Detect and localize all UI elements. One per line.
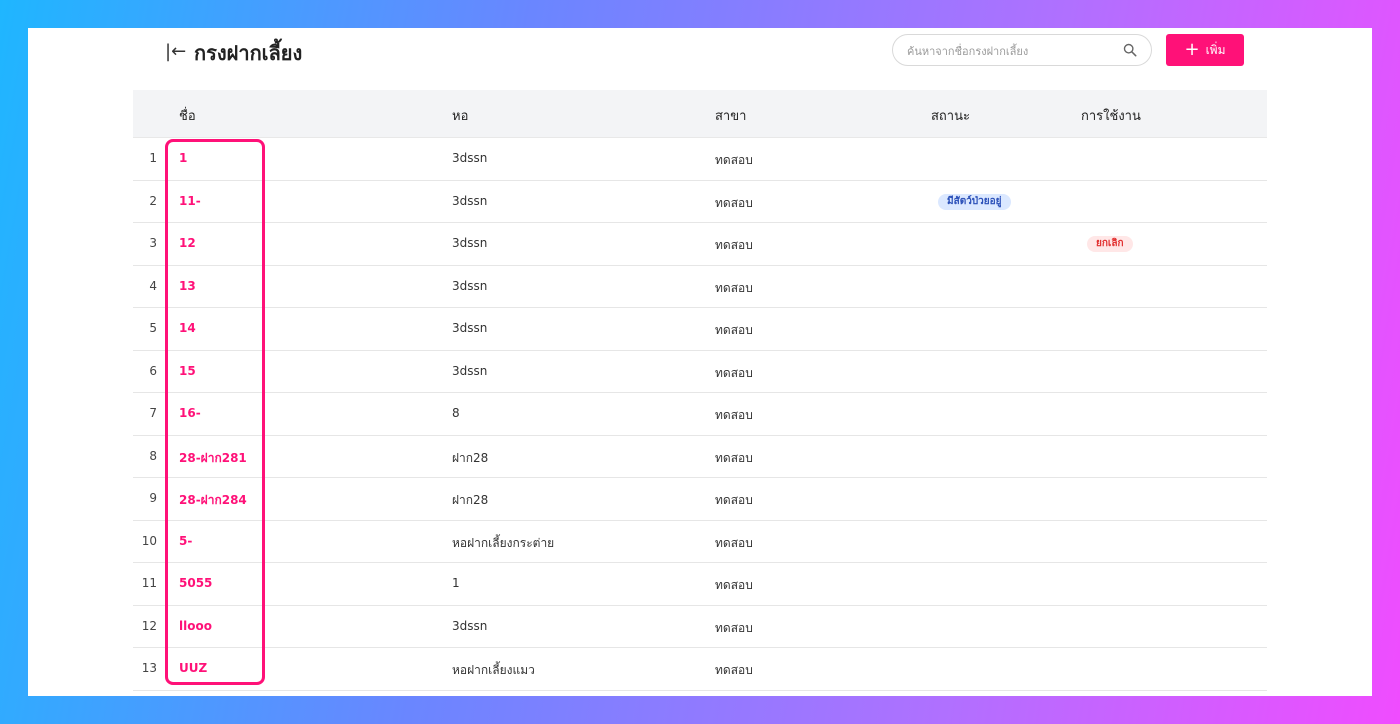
table-row[interactable]: 12 llooo 3dssn ทดสอบ — [133, 606, 1267, 648]
row-index: 4 — [149, 278, 157, 293]
table-row[interactable]: 13 UUZ หอฝากเลี้ยงแมว ทดสอบ — [133, 648, 1267, 691]
dorm-cell: 8 — [452, 406, 460, 420]
branch-cell: ทดสอบ — [715, 323, 753, 337]
column-header-dorm[interactable]: หอ — [452, 105, 468, 126]
column-header-status[interactable]: สถานะ — [931, 105, 970, 126]
cage-name-link[interactable]: 11- — [179, 194, 201, 208]
branch-cell: ทดสอบ — [715, 620, 753, 635]
branch-cell: ทดสอบ — [715, 153, 753, 167]
page-title: กรงฝากเลี้ยง — [194, 41, 303, 65]
table-row[interactable]: 10 5- หอฝากเลี้ยงกระต่าย ทดสอบ — [133, 521, 1267, 563]
table-row[interactable]: 8 28-ฝาก281 ฝาก28 ทดสอบ — [133, 436, 1267, 478]
dorm-cell: 3dssn — [452, 618, 488, 633]
row-index: 5 — [149, 321, 157, 335]
row-index: 9 — [149, 491, 157, 505]
branch-cell: ทดสอบ — [715, 450, 753, 465]
dorm-cell: 3dssn — [452, 278, 488, 293]
cage-name-link[interactable]: 28-ฝาก284 — [179, 491, 247, 510]
row-index: 13 — [141, 661, 157, 675]
table-row[interactable]: 11 5055 1 ทดสอบ — [133, 563, 1267, 606]
cage-name-link[interactable]: 14 — [179, 321, 196, 335]
row-index: 3 — [149, 236, 157, 250]
branch-cell: ทดสอบ — [715, 195, 753, 210]
page-header: |← กรงฝากเลี้ยง + เพิ่ม — [28, 28, 1372, 88]
search-input[interactable] — [905, 35, 1109, 67]
cage-name-link[interactable]: 5055 — [179, 576, 212, 590]
table-row[interactable]: 7 16- 8 ทดสอบ — [133, 393, 1267, 436]
main-panel: |← กรงฝากเลี้ยง + เพิ่ม ชื่อ หอ สาขา สถา… — [28, 28, 1372, 696]
dorm-cell: 3dssn — [452, 151, 488, 165]
table-header: ชื่อ หอ สาขา สถานะ การใช้งาน — [133, 90, 1267, 138]
column-header-name[interactable]: ชื่อ — [179, 105, 196, 126]
row-index: 7 — [149, 406, 157, 420]
dorm-cell: 3dssn — [452, 193, 488, 208]
cage-name-link[interactable]: llooo — [179, 619, 212, 633]
status-badge: มีสัตว์ป่วยอยู่ — [938, 193, 1011, 210]
cage-name-link[interactable]: 13 — [179, 279, 196, 293]
row-index: 10 — [141, 533, 157, 548]
dorm-cell: ฝาก28 — [452, 493, 489, 507]
table-row[interactable]: 1 1 3dssn ทดสอบ — [133, 138, 1267, 181]
branch-cell: ทดสอบ — [715, 238, 753, 252]
table-row[interactable]: 3 12 3dssn ทดสอบ ยกเลิก — [133, 223, 1267, 266]
branch-cell: ทดสอบ — [715, 578, 753, 592]
collapse-left-icon[interactable]: |← — [165, 41, 186, 62]
row-index: 8 — [149, 448, 157, 463]
column-header-branch[interactable]: สาขา — [715, 105, 746, 126]
row-index: 2 — [149, 193, 157, 208]
add-button[interactable]: + เพิ่ม — [1166, 34, 1244, 66]
branch-cell: ทดสอบ — [715, 663, 753, 677]
cage-name-link[interactable]: 28-ฝาก281 — [179, 449, 247, 468]
table-row[interactable]: 9 28-ฝาก284 ฝาก28 ทดสอบ — [133, 478, 1267, 521]
search-box — [892, 34, 1152, 67]
column-header-usage[interactable]: การใช้งาน — [1081, 105, 1141, 126]
branch-cell: ทดสอบ — [715, 408, 753, 422]
dorm-cell: 1 — [452, 576, 460, 590]
dorm-cell: ฝาก28 — [452, 450, 489, 465]
table-row[interactable]: 2 11- 3dssn ทดสอบ มีสัตว์ป่วยอยู่ — [133, 181, 1267, 223]
cage-name-link[interactable]: 1 — [179, 151, 187, 165]
cage-name-link[interactable]: 16- — [179, 406, 201, 420]
table-row[interactable]: 4 13 3dssn ทดสอบ — [133, 266, 1267, 308]
dorm-cell: หอฝากเลี้ยงกระต่าย — [452, 535, 555, 550]
dorm-cell: 3dssn — [452, 321, 488, 335]
row-index: 12 — [141, 618, 157, 633]
search-icon[interactable] — [1123, 43, 1137, 57]
cage-name-link[interactable]: 12 — [179, 236, 196, 250]
plus-icon: + — [1184, 39, 1200, 60]
branch-cell: ทดสอบ — [715, 535, 753, 550]
cage-table: ชื่อ หอ สาขา สถานะ การใช้งาน 1 1 3dssn ทดสอ… — [133, 90, 1267, 691]
add-button-label: เพิ่ม — [1205, 42, 1226, 57]
table-row[interactable]: 6 15 3dssn ทดสอบ — [133, 351, 1267, 393]
cage-name-link[interactable]: UUZ — [179, 661, 207, 675]
dorm-cell: หอฝากเลี้ยงแมว — [452, 663, 535, 677]
dorm-cell: 3dssn — [452, 236, 488, 250]
row-index: 1 — [149, 151, 157, 165]
dorm-cell: 3dssn — [452, 363, 488, 378]
cage-name-link[interactable]: 5- — [179, 534, 192, 548]
branch-cell: ทดสอบ — [715, 280, 753, 295]
usage-badge: ยกเลิก — [1087, 236, 1133, 252]
cage-name-link[interactable]: 15 — [179, 364, 196, 378]
row-index: 11 — [141, 576, 157, 590]
branch-cell: ทดสอบ — [715, 493, 753, 507]
table-row[interactable]: 5 14 3dssn ทดสอบ — [133, 308, 1267, 351]
row-index: 6 — [149, 363, 157, 378]
branch-cell: ทดสอบ — [715, 365, 753, 380]
table-body: 1 1 3dssn ทดสอบ 2 11- 3dssn ทดสอบ มีสัตว์ป่วยอยู… — [133, 138, 1267, 691]
